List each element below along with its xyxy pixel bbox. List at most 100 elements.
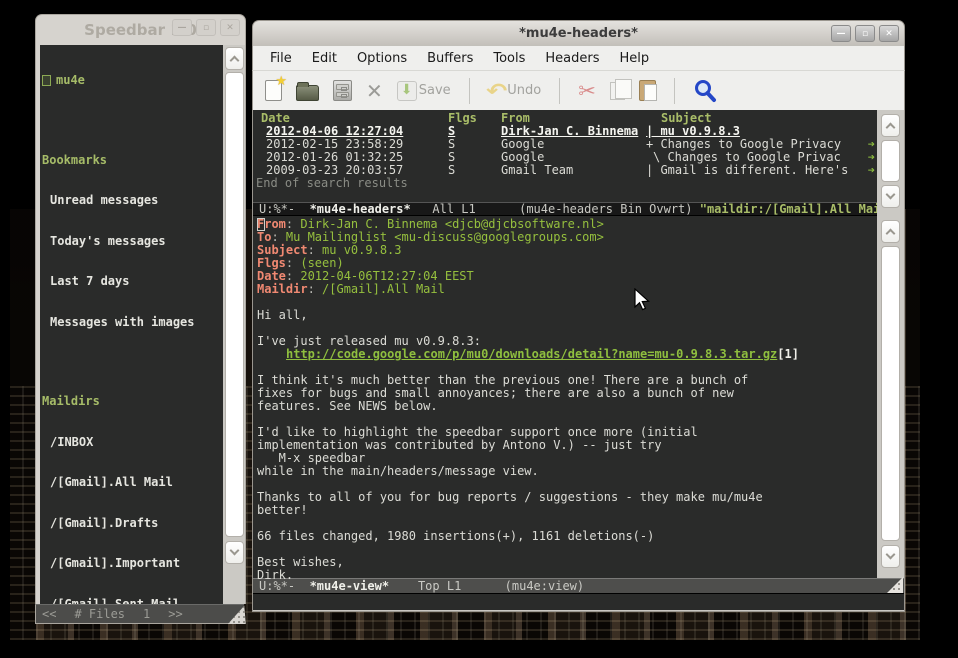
menu-headers[interactable]: Headers xyxy=(535,49,609,68)
magnifier-icon xyxy=(693,79,717,103)
emacs-window-title: *mu4e-headers* xyxy=(519,26,638,41)
maildir-drafts[interactable]: /[Gmail].Drafts xyxy=(42,517,223,531)
modeline-flags: U:%*- xyxy=(259,203,310,216)
headers-mode-line: U:%*- *mu4e-headers* All L1 (mu4e-header… xyxy=(253,202,904,216)
minimize-button[interactable]: — xyxy=(172,19,192,36)
body-line xyxy=(257,296,877,309)
speedbar-root-item[interactable]: mu4e xyxy=(42,74,223,88)
speedbar-titlebar[interactable]: Speedbar 1.0 — ▫ ✕ xyxy=(35,14,246,45)
body-line: Best wishes, xyxy=(257,556,877,569)
close-buffer-button[interactable]: ✕ xyxy=(366,81,383,101)
close-x-icon: ✕ xyxy=(366,81,383,101)
maildir-important[interactable]: /[Gmail].Important xyxy=(42,557,223,571)
menu-file[interactable]: File xyxy=(260,49,302,68)
scroll-down-button[interactable] xyxy=(881,185,900,208)
menu-buffers[interactable]: Buffers xyxy=(417,49,483,68)
toolbar-separator xyxy=(469,78,470,104)
folder-icon xyxy=(296,85,319,101)
scroll-up-button[interactable] xyxy=(881,114,900,137)
undo-button[interactable]: ↶ Undo xyxy=(488,81,542,101)
new-file-icon: ★ xyxy=(265,80,282,101)
view-scrollbar[interactable] xyxy=(877,216,904,578)
status-left-arrows[interactable]: << xyxy=(42,607,56,621)
speedbar-scrollbar[interactable] xyxy=(223,45,245,604)
end-of-results-text: End of search results xyxy=(253,177,877,190)
emacs-window: *mu4e-headers* — ▫ ✕ File Edit Options B… xyxy=(252,20,905,612)
row-flags: S xyxy=(448,125,501,138)
download-link[interactable]: http://code.google.com/p/mu0/downloads/d… xyxy=(286,347,777,361)
scroll-down-button[interactable] xyxy=(881,545,900,568)
menu-options[interactable]: Options xyxy=(347,49,417,68)
scrollbar-thumb[interactable] xyxy=(225,72,244,537)
close-button[interactable]: ✕ xyxy=(220,19,240,36)
menu-help[interactable]: Help xyxy=(610,49,660,68)
row-subject: \ Changes to Google Privac xyxy=(653,150,841,164)
field-label-maildir: Maildir xyxy=(257,282,308,296)
copy-button[interactable] xyxy=(610,82,625,100)
bookmarks-heading: Bookmarks xyxy=(42,154,223,168)
modeline-buffer-name[interactable]: *mu4e-headers* xyxy=(310,203,411,216)
expand-tag-icon[interactable] xyxy=(42,75,51,86)
menu-edit[interactable]: Edit xyxy=(302,49,347,68)
row-flags: S xyxy=(448,164,501,177)
undo-label: Undo xyxy=(507,83,541,98)
menu-tools[interactable]: Tools xyxy=(483,49,535,68)
status-right-arrows[interactable]: >> xyxy=(168,607,182,621)
save-button[interactable]: Save xyxy=(397,81,451,101)
cut-button[interactable]: ✂ xyxy=(578,81,596,101)
maildir-inbox[interactable]: /INBOX xyxy=(42,436,223,450)
headers-scrollbar[interactable] xyxy=(877,110,904,216)
dired-button[interactable] xyxy=(333,80,352,101)
scroll-down-button[interactable] xyxy=(225,541,244,564)
scroll-up-button[interactable] xyxy=(881,220,900,243)
body-line: 66 files changed, 1980 insertions(+), 11… xyxy=(257,530,877,543)
minimize-button[interactable]: — xyxy=(831,25,851,42)
bookmark-images[interactable]: Messages with images xyxy=(42,316,223,330)
mu4e-headers-buffer[interactable]: Date Flgs From Subject 2012-04-06 12:27:… xyxy=(253,110,877,202)
field-value-maildir: /[Gmail].All Mail xyxy=(322,282,445,296)
column-flags[interactable]: Flgs xyxy=(448,112,501,125)
field-label-to: To xyxy=(257,230,271,244)
field-value-subject: mu v0.9.8.3 xyxy=(322,243,401,257)
resize-grip-icon[interactable] xyxy=(227,605,245,625)
body-line: Dirk. xyxy=(257,569,877,582)
truncation-arrow-icon: ➔ xyxy=(868,164,875,177)
open-file-button[interactable] xyxy=(296,81,319,101)
new-file-button[interactable]: ★ xyxy=(265,80,282,101)
bookmark-last7days[interactable]: Last 7 days xyxy=(42,275,223,289)
close-button[interactable]: ✕ xyxy=(879,25,899,42)
scrollbar-thumb[interactable] xyxy=(881,140,900,182)
field-value-from: Dirk-Jan C. Binnema <djcb@djcbsoftware.n… xyxy=(300,217,603,231)
field-label-subject: Subject xyxy=(257,243,308,257)
row-from: Gmail Team xyxy=(501,164,646,177)
undo-arrow-icon: ↶ xyxy=(486,81,507,101)
echo-area[interactable] xyxy=(253,593,904,610)
scroll-up-button[interactable] xyxy=(225,47,244,70)
search-button[interactable] xyxy=(693,79,717,103)
menu-bar: File Edit Options Buffers Tools Headers … xyxy=(252,46,905,70)
scrollbar-thumb[interactable] xyxy=(881,246,900,541)
toolbar-separator xyxy=(559,78,560,104)
maildir-sentmail[interactable]: /[Gmail].Sent Mail xyxy=(42,598,223,605)
window-bottom-edge xyxy=(252,610,905,612)
clipboard-icon xyxy=(639,80,656,101)
maildir-allmail[interactable]: /[Gmail].All Mail xyxy=(42,476,223,490)
mu4e-view-buffer[interactable]: From: Dirk-Jan C. Binnema <djcb@djcbsoft… xyxy=(253,216,877,578)
bookmark-today[interactable]: Today's messages xyxy=(42,235,223,249)
maximize-button[interactable]: ▫ xyxy=(196,19,216,36)
body-line: better! xyxy=(257,504,877,517)
speedbar-root-label[interactable]: mu4e xyxy=(56,74,85,88)
modeline-position: All L1 (mu4e-headers Bin Ovwrt) xyxy=(411,203,700,216)
speedbar-window: Speedbar 1.0 — ▫ ✕ mu4e Bookmarks Unread… xyxy=(35,14,246,624)
paste-button[interactable] xyxy=(639,80,656,101)
maximize-button[interactable]: ▫ xyxy=(855,25,875,42)
emacs-frame-content: Date Flgs From Subject 2012-04-06 12:27:… xyxy=(252,110,905,610)
body-line: Thanks to all of you for bug reports / s… xyxy=(257,491,877,504)
body-line: features. See NEWS below. xyxy=(257,400,877,413)
bookmark-unread[interactable]: Unread messages xyxy=(42,194,223,208)
row-flags: S xyxy=(448,138,501,151)
status-files-count: 1 xyxy=(143,607,150,621)
emacs-titlebar[interactable]: *mu4e-headers* — ▫ ✕ xyxy=(252,20,905,46)
status-files-label[interactable]: # Files xyxy=(74,607,125,621)
copy-icon xyxy=(610,82,625,100)
